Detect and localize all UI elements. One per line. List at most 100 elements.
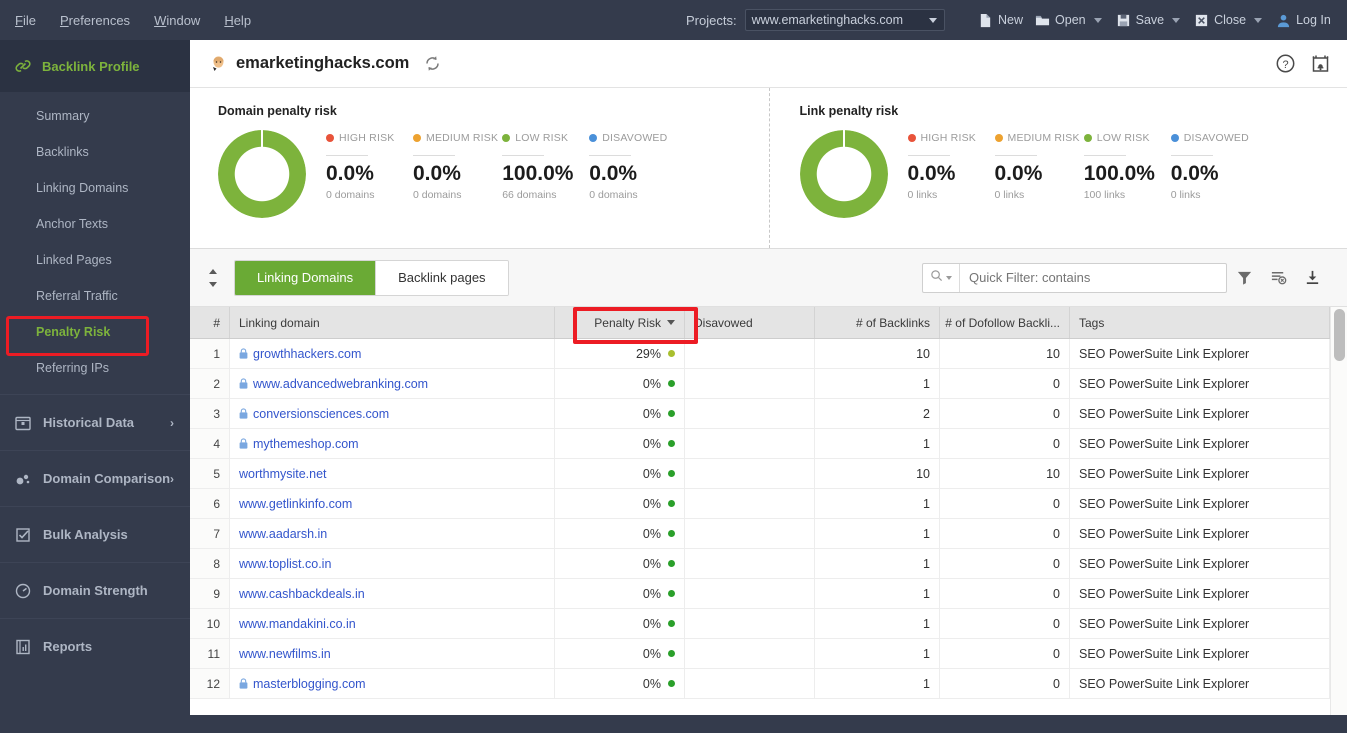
linking-domain-link[interactable]: mythemeshop.com: [253, 437, 359, 451]
filter-mode-selector[interactable]: [923, 264, 960, 292]
save-chevron-down-icon[interactable]: [1172, 18, 1180, 23]
cell-linking-domain[interactable]: www.mandakini.co.in: [230, 609, 555, 638]
linking-domain-link[interactable]: masterblogging.com: [253, 677, 366, 691]
sidebar-item-reports[interactable]: Reports: [0, 618, 190, 674]
cell-disavowed[interactable]: [685, 369, 815, 398]
tab-backlink-pages[interactable]: Backlink pages: [375, 261, 507, 295]
close-chevron-down-icon[interactable]: [1254, 18, 1262, 23]
sidebar-item-historical-data[interactable]: Historical Data ›: [0, 394, 190, 450]
new-button[interactable]: New: [972, 0, 1029, 40]
download-icon[interactable]: [1295, 261, 1329, 295]
cell-linking-domain[interactable]: worthmysite.net: [230, 459, 555, 488]
calendar-bell-icon[interactable]: [1310, 53, 1331, 74]
linking-domain-link[interactable]: www.aadarsh.in: [239, 527, 327, 541]
cell-linking-domain[interactable]: www.advancedwebranking.com: [230, 369, 555, 398]
disavowed-dot-icon: [1171, 134, 1179, 142]
table-row[interactable]: 11 www.newfilms.in 0% 1 0 SEO PowerSuite Link…: [190, 639, 1330, 669]
sidebar-item-anchor-texts[interactable]: Anchor Texts: [0, 206, 190, 242]
open-chevron-down-icon[interactable]: [1094, 18, 1102, 23]
linking-domain-link[interactable]: www.getlinkinfo.com: [239, 497, 352, 511]
link-penalty-risk-title: Link penalty risk: [800, 104, 1347, 118]
linking-domain-link[interactable]: www.advancedwebranking.com: [253, 377, 428, 391]
cell-disavowed[interactable]: [685, 399, 815, 428]
cell-disavowed[interactable]: [685, 639, 815, 668]
table-row[interactable]: 4 mythemeshop.com 0% 1 0 SEO PowerSuite Link …: [190, 429, 1330, 459]
cell-linking-domain[interactable]: www.newfilms.in: [230, 639, 555, 668]
open-button[interactable]: Open: [1029, 0, 1092, 40]
table-row[interactable]: 10 www.mandakini.co.in 0% 1 0 SEO PowerSuite …: [190, 609, 1330, 639]
cell-disavowed[interactable]: [685, 669, 815, 698]
cell-linking-domain[interactable]: mythemeshop.com: [230, 429, 555, 458]
table-row[interactable]: 12 masterblogging.com 0% 1 0 SEO PowerSuite L…: [190, 669, 1330, 699]
sidebar-item-penalty-risk[interactable]: Penalty Risk: [0, 314, 190, 350]
table-row[interactable]: 8 www.toplist.co.in 0% 1 0 SEO PowerSuite Lin…: [190, 549, 1330, 579]
refresh-icon[interactable]: [423, 54, 442, 73]
menu-window[interactable]: Window: [153, 11, 201, 30]
column-header-backlinks[interactable]: # of Backlinks: [815, 307, 940, 338]
linking-domain-link[interactable]: www.toplist.co.in: [239, 557, 331, 571]
sidebar-item-linked-pages[interactable]: Linked Pages: [0, 242, 190, 278]
table-row[interactable]: 3 conversionsciences.com 0% 2 0 SEO PowerSuit…: [190, 399, 1330, 429]
cell-disavowed[interactable]: [685, 549, 815, 578]
cell-linking-domain[interactable]: growthhackers.com: [230, 339, 555, 368]
column-header-disavowed[interactable]: Disavowed: [685, 307, 815, 338]
tab-linking-domains[interactable]: Linking Domains: [235, 261, 375, 295]
column-header-linking-domain[interactable]: Linking domain: [230, 307, 555, 338]
sort-updown-icon[interactable]: [204, 264, 222, 292]
sidebar-item-backlinks[interactable]: Backlinks: [0, 134, 190, 170]
menu-file[interactable]: File: [14, 11, 37, 30]
cell-disavowed[interactable]: [685, 519, 815, 548]
cell-disavowed[interactable]: [685, 579, 815, 608]
login-button[interactable]: Log In: [1270, 0, 1337, 40]
column-header-penalty-risk[interactable]: Penalty Risk: [555, 307, 685, 338]
help-circle-icon[interactable]: ?: [1275, 53, 1296, 74]
table-row[interactable]: 2 www.advancedwebranking.com 0% 1 0 SEO Power…: [190, 369, 1330, 399]
table-row[interactable]: 5 worthmysite.net 0% 10 10 SEO PowerSuite Lin…: [190, 459, 1330, 489]
column-header-index[interactable]: #: [190, 307, 230, 338]
column-header-tags[interactable]: Tags: [1070, 307, 1330, 338]
linking-domain-link[interactable]: growthhackers.com: [253, 347, 361, 361]
cell-disavowed[interactable]: [685, 339, 815, 368]
sidebar-item-referral-traffic[interactable]: Referral Traffic: [0, 278, 190, 314]
linking-domain-link[interactable]: www.newfilms.in: [239, 647, 331, 661]
cell-linking-domain[interactable]: www.toplist.co.in: [230, 549, 555, 578]
column-header-dofollow-backlinks[interactable]: # of Dofollow Backli...: [940, 307, 1070, 338]
linking-domain-link[interactable]: www.mandakini.co.in: [239, 617, 356, 631]
menu-preferences[interactable]: Preferences: [59, 11, 131, 30]
save-button[interactable]: Save: [1110, 0, 1171, 40]
sidebar-item-domain-strength[interactable]: Domain Strength: [0, 562, 190, 618]
cell-linking-domain[interactable]: www.aadarsh.in: [230, 519, 555, 548]
sidebar-item-domain-comparison[interactable]: Domain Comparison ›: [0, 450, 190, 506]
cell-linking-domain[interactable]: conversionsciences.com: [230, 399, 555, 428]
search-input[interactable]: [960, 270, 1226, 285]
toolbar-actions: New Open Save Close Log In: [972, 0, 1337, 40]
cell-linking-domain[interactable]: masterblogging.com: [230, 669, 555, 698]
table-vertical-scrollbar[interactable]: [1330, 307, 1347, 715]
sidebar-item-summary[interactable]: Summary: [0, 98, 190, 134]
linking-domain-link[interactable]: worthmysite.net: [239, 467, 327, 481]
menu-file-mnemonic: F: [15, 13, 23, 28]
sidebar-item-linking-domains[interactable]: Linking Domains: [0, 170, 190, 206]
linking-domain-link[interactable]: www.cashbackdeals.in: [239, 587, 365, 601]
menu-help[interactable]: Help: [223, 11, 252, 30]
funnel-filter-icon[interactable]: [1227, 261, 1261, 295]
cell-disavowed[interactable]: [685, 609, 815, 638]
clear-filter-icon[interactable]: [1261, 261, 1295, 295]
table-row[interactable]: 6 www.getlinkinfo.com 0% 1 0 SEO PowerSuite L…: [190, 489, 1330, 519]
cell-linking-domain[interactable]: www.getlinkinfo.com: [230, 489, 555, 518]
sidebar-section-backlink-profile[interactable]: Backlink Profile ⱟ: [0, 40, 190, 92]
project-select[interactable]: www.emarketinghacks.com: [745, 9, 945, 31]
cell-disavowed[interactable]: [685, 459, 815, 488]
cell-disavowed[interactable]: [685, 489, 815, 518]
sidebar-item-referring-ips[interactable]: Referring IPs: [0, 350, 190, 386]
table-row[interactable]: 1 growthhackers.com 29% 10 10 SEO PowerSuite …: [190, 339, 1330, 369]
linking-domain-link[interactable]: conversionsciences.com: [253, 407, 389, 421]
scrollbar-thumb[interactable]: [1334, 309, 1345, 361]
cell-disavowed[interactable]: [685, 429, 815, 458]
table-row[interactable]: 9 www.cashbackdeals.in 0% 1 0 SEO PowerSuite …: [190, 579, 1330, 609]
cell-linking-domain[interactable]: www.cashbackdeals.in: [230, 579, 555, 608]
table-row[interactable]: 7 www.aadarsh.in 0% 1 0 SEO PowerSuite Link E…: [190, 519, 1330, 549]
sidebar-item-bulk-analysis[interactable]: Bulk Analysis: [0, 506, 190, 562]
close-button[interactable]: Close: [1188, 0, 1252, 40]
stat-low-risk-label: LOW RISK: [515, 132, 568, 144]
